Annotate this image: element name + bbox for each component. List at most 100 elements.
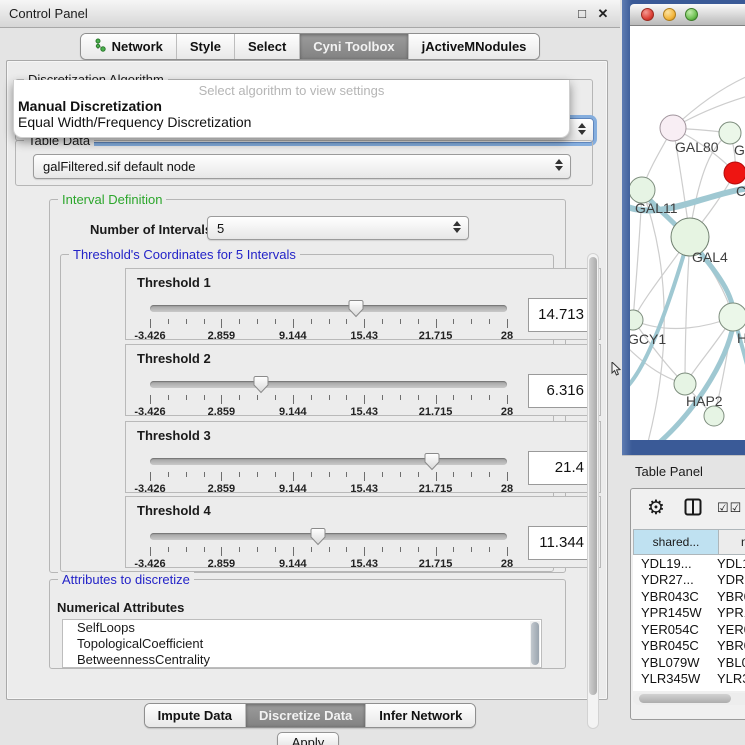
tab-network[interactable]: Network [81,34,176,59]
table-cell[interactable]: YDR27... [633,572,713,587]
threshold-slider-3[interactable]: -3.4262.8599.14415.4321.71528 [150,456,507,492]
attribute-list-item[interactable]: SelfLoops [63,620,541,636]
interval-definition-group-title: Interval Definition [58,192,166,207]
network-node[interactable] [674,373,696,395]
attribute-list-item[interactable]: TopologicalCoefficient [63,636,541,652]
slider-thumb[interactable] [424,452,441,476]
threshold-slider-4[interactable]: -3.4262.8599.14415.4321.71528 [150,531,507,567]
numerical-attributes-list[interactable]: SelfLoopsTopologicalCoefficientBetweenne… [62,619,542,668]
threshold-value-field[interactable]: 21.4 [528,451,592,485]
scrollbar-thumb[interactable] [589,257,597,695]
network-edge[interactable] [633,317,733,328]
network-node[interactable] [630,310,643,330]
tab-infer-network[interactable]: Infer Network [365,704,475,727]
network-edge[interactable] [685,237,690,384]
table-cell[interactable]: YER0 [713,622,745,637]
scrollbar-thumb[interactable] [531,622,539,665]
table-cell[interactable]: YLR3 [713,671,745,686]
network-node[interactable] [660,115,686,141]
apply-button[interactable]: Apply [277,732,339,745]
network-node-label: GAL11 [635,200,678,216]
slider-thumb[interactable] [309,527,326,551]
slider-track[interactable] [150,305,507,312]
table-cell[interactable]: YPR145W [633,605,713,620]
close-traffic-light-icon[interactable] [641,8,654,21]
network-graph: GAL80GCGAL11GAL4GCY1HHAP2 [630,26,745,440]
slider-tick [221,472,222,481]
column-view-icon[interactable] [684,498,702,521]
table-body[interactable]: YDL19...YDL1YDR27...YDR2YBR043CYBR0YPR14… [633,555,745,691]
threshold-value-field[interactable]: 11.344 [528,526,592,560]
slider-thumb[interactable] [348,299,365,323]
algorithm-option[interactable]: Equal Width/Frequency Discretization [14,114,569,130]
network-node[interactable] [724,162,745,184]
table-row[interactable]: YLR345WYLR3 [633,671,745,688]
attribute-list-item[interactable]: BetweennessCentrality [63,652,541,668]
algorithm-option[interactable]: Manual Discretization [14,98,569,114]
network-edge[interactable] [642,190,664,440]
table-column-header[interactable]: shared... [633,529,719,555]
table-cell[interactable]: YIL0 [713,688,744,691]
slider-tick [471,472,472,477]
slider-tick-label: 2.859 [208,558,236,570]
close-icon[interactable]: ✕ [595,6,611,22]
table-cell[interactable]: YBL079W [633,655,713,670]
table-cell[interactable]: YDL19... [633,556,713,571]
table-cell[interactable]: YPR1 [713,605,745,620]
tab-impute-data[interactable]: Impute Data [145,704,245,727]
table-horizontal-scrollbar[interactable] [633,693,745,705]
table-cell[interactable]: YER054C [633,622,713,637]
threshold-slider-2[interactable]: -3.4262.8599.14415.4321.71528 [150,379,507,415]
checkbox-checked-icons[interactable]: ☑☑ [717,500,742,516]
table-row[interactable]: YIL052CYIL0 [633,687,745,691]
panel-scrollbar[interactable] [587,253,599,729]
table-cell[interactable]: YBR0 [713,638,745,653]
table-cell[interactable]: YLR345W [633,671,713,686]
table-cell[interactable]: YBR0 [713,589,745,604]
slider-thumb[interactable] [252,375,269,399]
threshold-label: Threshold 3 [137,428,211,443]
table-cell[interactable]: YDL1 [713,556,745,571]
threshold-value-field[interactable]: 14.713 [528,298,592,332]
table-cell[interactable]: YBL0 [713,655,745,670]
table-cell[interactable]: YIL052C [633,688,713,691]
slider-track[interactable] [150,458,507,465]
table-cell[interactable]: YBR043C [633,589,713,604]
slider-tick [453,547,454,552]
float-window-icon[interactable]: □ [574,6,590,22]
table-row[interactable]: YBR043CYBR0 [633,588,745,605]
threshold-slider-1[interactable]: -3.4262.8599.14415.4321.71528 [150,303,507,339]
table-data-combobox[interactable]: galFiltered.sif default node [33,154,571,179]
algorithm-placeholder-option[interactable]: Select algorithm to view settings [14,83,569,98]
table-row[interactable]: YBR045CYBR0 [633,638,745,655]
gear-icon[interactable]: ⚙ [647,495,665,520]
scrollbar-thumb[interactable] [639,694,731,703]
table-column-header[interactable]: na [719,529,745,555]
table-row[interactable]: YBL079WYBL0 [633,654,745,671]
table-cell[interactable]: YDR2 [713,572,745,587]
tab-select[interactable]: Select [234,34,299,59]
tab-jactivemnodules[interactable]: jActiveMNodules [408,34,540,59]
table-row[interactable]: YDR27...YDR2 [633,572,745,589]
slider-tick-label: 15.43 [350,558,378,570]
network-node[interactable] [704,406,724,426]
tab-discretize-data[interactable]: Discretize Data [245,704,365,727]
network-node[interactable] [719,303,745,331]
table-row[interactable]: YDL19...YDL1 [633,555,745,572]
tab-cyni-toolbox[interactable]: Cyni Toolbox [299,34,407,59]
network-view-canvas[interactable]: GAL80GCGAL11GAL4GCY1HHAP2 [630,26,745,440]
threshold-value-field[interactable]: 6.316 [528,374,592,408]
slider-track[interactable] [150,533,507,540]
slider-tick-label: 15.43 [350,330,378,342]
tab-style[interactable]: Style [176,34,234,59]
slider-track[interactable] [150,381,507,388]
minimize-traffic-light-icon[interactable] [663,8,676,21]
zoom-traffic-light-icon[interactable] [685,8,698,21]
list-scrollbar[interactable] [530,621,540,667]
table-cell[interactable]: YBR045C [633,638,713,653]
slider-tick-label: 9.144 [279,330,307,342]
table-row[interactable]: YER054CYER0 [633,621,745,638]
network-node[interactable] [719,122,741,144]
table-row[interactable]: YPR145WYPR1 [633,605,745,622]
number-of-intervals-combobox[interactable]: 5 [207,216,469,240]
